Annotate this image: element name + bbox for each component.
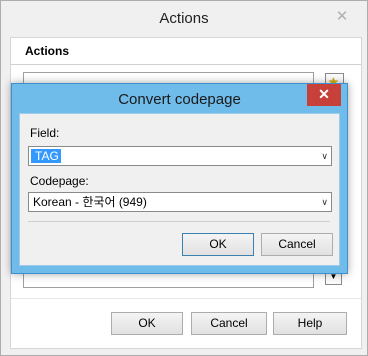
divider — [11, 64, 361, 65]
dialog-ok-button[interactable]: OK — [182, 233, 254, 256]
divider — [11, 298, 361, 299]
divider — [28, 221, 330, 222]
cancel-button[interactable]: Cancel — [191, 312, 267, 335]
dialog-cancel-button[interactable]: Cancel — [261, 233, 333, 256]
codepage-label: Codepage: — [30, 174, 89, 188]
field-select[interactable]: TAG ∨ — [28, 146, 332, 166]
actions-window-title: Actions — [159, 10, 209, 27]
chevron-down-icon[interactable]: ∨ — [321, 194, 328, 210]
section-header: Actions — [25, 44, 70, 58]
field-label: Field: — [30, 126, 60, 140]
codepage-select-value: Korean - 한국어 (949) — [33, 195, 147, 209]
close-icon[interactable]: ✕ — [307, 84, 341, 106]
actions-titlebar: Actions ✕ — [1, 1, 367, 35]
close-icon[interactable]: ✕ — [329, 7, 355, 27]
field-select-value: TAG — [31, 149, 61, 163]
dialog-title: Convert codepage — [118, 91, 241, 108]
dialog-body: Field: TAG ∨ Codepage: Korean - 한국어 (949… — [19, 113, 340, 266]
ok-button[interactable]: OK — [111, 312, 183, 335]
codepage-select[interactable]: Korean - 한국어 (949) ∨ — [28, 192, 332, 212]
help-button[interactable]: Help — [273, 312, 347, 335]
chevron-down-icon[interactable]: ∨ — [321, 148, 328, 164]
convert-codepage-dialog: Convert codepage ✕ Field: TAG ∨ Codepage… — [11, 83, 348, 274]
